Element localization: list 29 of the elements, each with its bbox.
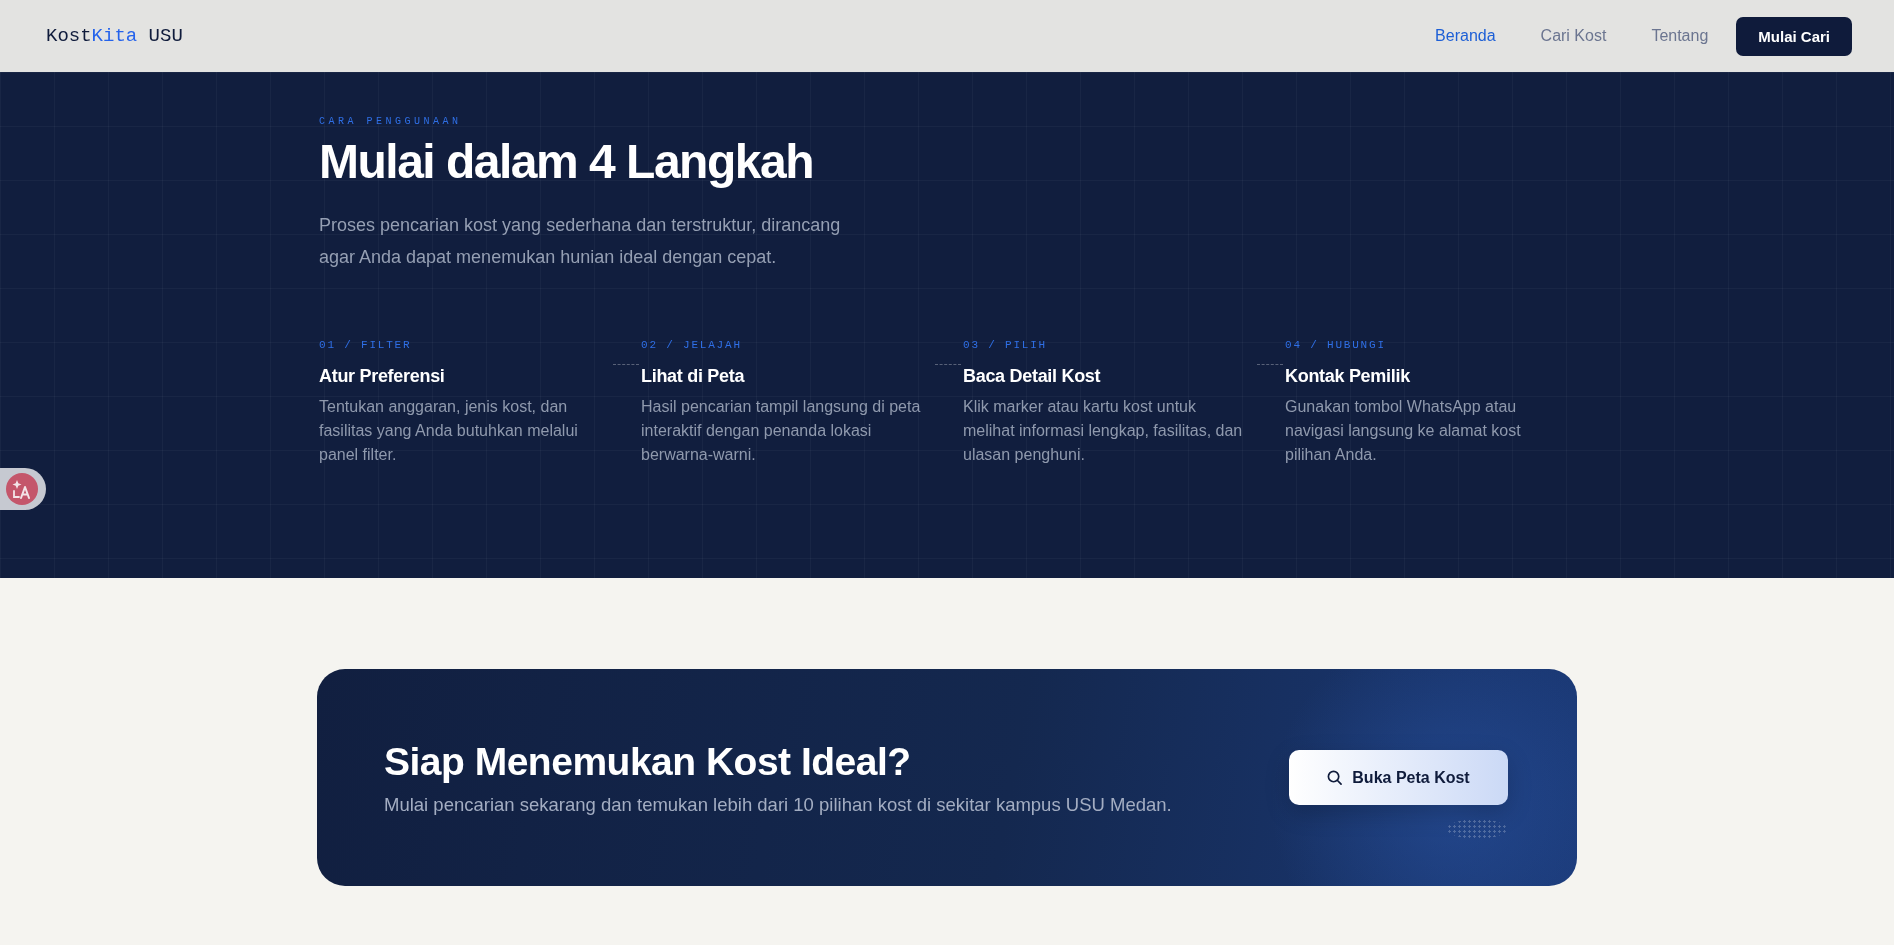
step-description: Hasil pencarian tampil langsung di peta interaktif dengan penanda lokasi berwarna-warni. xyxy=(641,397,922,465)
step-description: Klik marker atau kartu kost untuk melihat informasi lengkap, fasilitas, dan ulasan penghuni. xyxy=(963,397,1244,465)
step-title: Lihat di Peta xyxy=(641,365,746,388)
section-title: Mulai dalam 4 Langkah xyxy=(319,134,814,189)
section-description: Proses pencarian kost yang sederhana dan terstruktur, dirancang agar Anda dapat menemukan hunian ideal dengan cepat. xyxy=(319,214,842,269)
step-connector xyxy=(1257,364,1283,365)
nav-link[interactable]: Cari Kost xyxy=(1540,27,1607,45)
step-label: 03 / PILIH xyxy=(963,338,1048,353)
start-search-button[interactable]: Mulai Cari xyxy=(1736,16,1852,56)
step-connector xyxy=(935,364,961,365)
step-description: Tentukan anggaran, jenis kost, dan fasilitas yang Anda butuhkan melalui panel filter. xyxy=(319,397,579,465)
nav-link[interactable]: Tentang xyxy=(1651,27,1709,45)
step-title: Baca Detail Kost xyxy=(963,365,1102,388)
nav-link[interactable]: Beranda xyxy=(1435,27,1496,45)
translate-icon xyxy=(6,473,38,505)
search-icon xyxy=(1327,770,1343,785)
translate-button[interactable] xyxy=(0,468,46,510)
step-label: 01 / FILTER xyxy=(319,338,413,353)
step-connector xyxy=(613,364,639,365)
cta-title: Siap Menemukan Kost Ideal? xyxy=(384,738,912,785)
step-title: Kontak Pemilik xyxy=(1285,365,1411,388)
step-title: Atur Preferensi xyxy=(319,365,446,388)
step-label: 02 / JELAJAH xyxy=(641,338,743,353)
section-eyebrow: CARA PENGGUNAAN xyxy=(319,115,463,129)
open-map-button[interactable]: Buka Peta Kost xyxy=(1289,750,1508,805)
step-label: 04 / HUBUNGI xyxy=(1285,338,1387,353)
logo[interactable]: KostKita USU xyxy=(46,25,183,47)
step-description: Gunakan tombol WhatsApp atau navigasi langsung ke alamat kost pilihan Anda. xyxy=(1285,397,1522,465)
cta-description: Mulai pencarian sekarang dan temukan lebih dari 10 pilihan kost di sekitar kampus USU Medan. xyxy=(384,792,1172,817)
